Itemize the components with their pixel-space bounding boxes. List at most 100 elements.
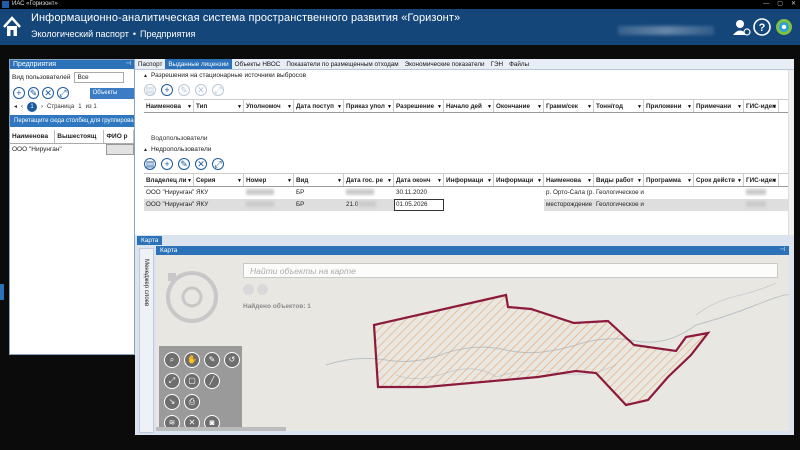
breadcrumb-item[interactable]: Экологический паспорт [31,29,129,39]
column-header[interactable]: Дата оконч [394,174,444,186]
delete-icon[interactable]: ✕ [42,87,54,99]
user-view-select[interactable]: Все [74,71,125,83]
document-icon[interactable]: ▤ [144,84,156,96]
section-water-header[interactable]: Водопользователи [135,133,794,144]
column-header[interactable]: Разрешение [394,100,444,112]
document-icon[interactable]: ▤ [144,158,156,170]
breadcrumb-item[interactable]: Предприятия [140,29,195,39]
home-icon[interactable] [2,12,22,44]
zoom-icon[interactable]: ⌕ [164,352,180,368]
column-header[interactable]: Программа [644,174,694,186]
column-header[interactable]: Срок действ [694,174,744,186]
help-icon[interactable]: ? [752,17,772,37]
section-subsoil-header[interactable]: ▲ Недропользователи [135,144,794,155]
svg-text:?: ? [759,22,766,34]
column-header[interactable]: Наименова [144,100,194,112]
tab-economic[interactable]: Экономические показатели [402,59,488,69]
fullscreen-icon[interactable]: ⤢ [212,84,224,96]
close-icon[interactable]: ✕ [791,0,796,9]
add-icon[interactable]: + [161,158,173,170]
column-header[interactable]: Окончание [494,100,544,112]
column-header[interactable]: Наименова [544,174,594,186]
tab-waste[interactable]: Показатели по размещенным отходам [283,59,401,69]
layers-manager-label: Менеджер слоев [143,259,149,307]
measure-icon[interactable]: ╱ [204,373,220,389]
column-header[interactable]: Начало дей [444,100,494,112]
maximize-icon[interactable]: ▢ [777,0,783,9]
add-icon[interactable]: + [161,84,173,96]
tab-files[interactable]: Файлы [506,59,532,69]
license-area-polygon[interactable] [372,293,711,407]
edit-icon[interactable]: ✎ [178,84,190,96]
hand-icon[interactable]: ✋ [184,352,200,368]
column-header[interactable]: Примечани [694,100,744,112]
column-header[interactable]: ФИО р [104,130,134,143]
collapse-icon[interactable]: ▲ [143,73,148,79]
column-header[interactable]: ГИС-иден [744,100,779,112]
line-icon[interactable]: ↘ [164,394,180,410]
clear-search-icon[interactable] [257,284,268,295]
fio-cell[interactable] [106,144,134,155]
map-canvas[interactable]: Найти объекты на карте Найдено объектов:… [156,255,789,431]
column-header[interactable]: Серия [194,174,244,186]
section-emissions-header[interactable]: ▲ Разрешения на стационарные источники вы… [135,70,794,81]
vertical-scrollbar[interactable] [788,70,794,235]
column-header[interactable]: Информаци [494,174,544,186]
column-header[interactable]: Информаци [444,174,494,186]
layers-manager-tab[interactable]: Менеджер слоев [139,248,154,433]
map-search-input[interactable]: Найти объекты на карте [243,263,778,278]
column-header[interactable]: Уполномоч [244,100,294,112]
extent-icon[interactable]: ⤢ [164,373,180,389]
delete-icon[interactable]: ✕ [195,84,207,96]
tab-passport[interactable]: Паспорт [135,59,165,69]
table-row[interactable]: ООО "Нирунган" ЯКУ БР 21.0 01.05.2026 ме… [144,199,794,211]
window-controls: — ▢ ✕ [763,0,796,9]
delete-icon[interactable]: ✕ [195,158,207,170]
column-header[interactable]: Вид [294,174,344,186]
pin-icon[interactable]: ⊣ [126,60,131,69]
map-panel-title: Карта [160,247,178,254]
draw-icon[interactable]: ✎ [204,352,220,368]
column-header[interactable]: Приказ упол [344,100,394,112]
minimize-icon[interactable]: — [763,0,769,9]
column-header[interactable]: Тип [194,100,244,112]
print-icon[interactable]: ⎙ [184,394,200,410]
end-date-editor[interactable]: 01.05.2026 [394,199,444,211]
column-header[interactable]: Приложени [644,100,694,112]
column-header[interactable]: Виды работ [594,174,644,186]
column-header[interactable]: Дата гос. ре [344,174,394,186]
tab-licenses[interactable]: Выданные лицензии [165,59,232,69]
lasso-icon[interactable]: ↺ [224,352,240,368]
current-page[interactable]: 1 [27,101,38,112]
column-header[interactable]: Наименова [10,130,56,143]
objects-button[interactable]: Объекты пред [89,87,134,107]
column-header[interactable]: Грамм/сек [544,100,594,112]
column-header[interactable]: Владелец ли [144,174,194,186]
user-settings-icon[interactable] [731,17,751,37]
column-header[interactable]: ГИС-иден [744,174,779,186]
column-header[interactable]: Тонн/год [594,100,644,112]
map-scrollbar[interactable] [156,427,286,431]
table-row[interactable]: ООО "Нирунган" ЯКУ БР 30.11.2020 р. Орто… [144,187,794,199]
add-icon[interactable]: + [13,87,25,99]
prev-page-icon[interactable]: ◂ [14,103,17,110]
page-first-icon[interactable]: ‹ [21,104,23,110]
fullscreen-icon[interactable]: ⤢ [56,87,69,99]
next-page-icon[interactable]: › [41,104,43,110]
navigation-compass-icon[interactable] [164,269,220,325]
column-header[interactable]: Дата поступ [294,100,344,112]
select-icon[interactable]: ▢ [184,373,200,389]
fullscreen-icon[interactable]: ⤢ [212,158,224,170]
edit-icon[interactable]: ✎ [27,87,40,99]
tab-nvos[interactable]: Объекты НВОС [232,59,284,69]
table-row[interactable]: ООО "Нирунган" [10,144,134,155]
tab-gen[interactable]: ГЭН [488,59,506,69]
collapse-icon[interactable]: ▲ [143,147,148,153]
collapse-handle[interactable] [0,284,4,300]
search-icon[interactable] [243,284,254,295]
pin-icon[interactable]: ⊣ [780,246,785,255]
column-header[interactable]: Номер [244,174,294,186]
column-header[interactable]: Вышестоящ [55,130,105,143]
map-tab[interactable]: Карта [137,236,163,245]
edit-icon[interactable]: ✎ [178,158,190,170]
